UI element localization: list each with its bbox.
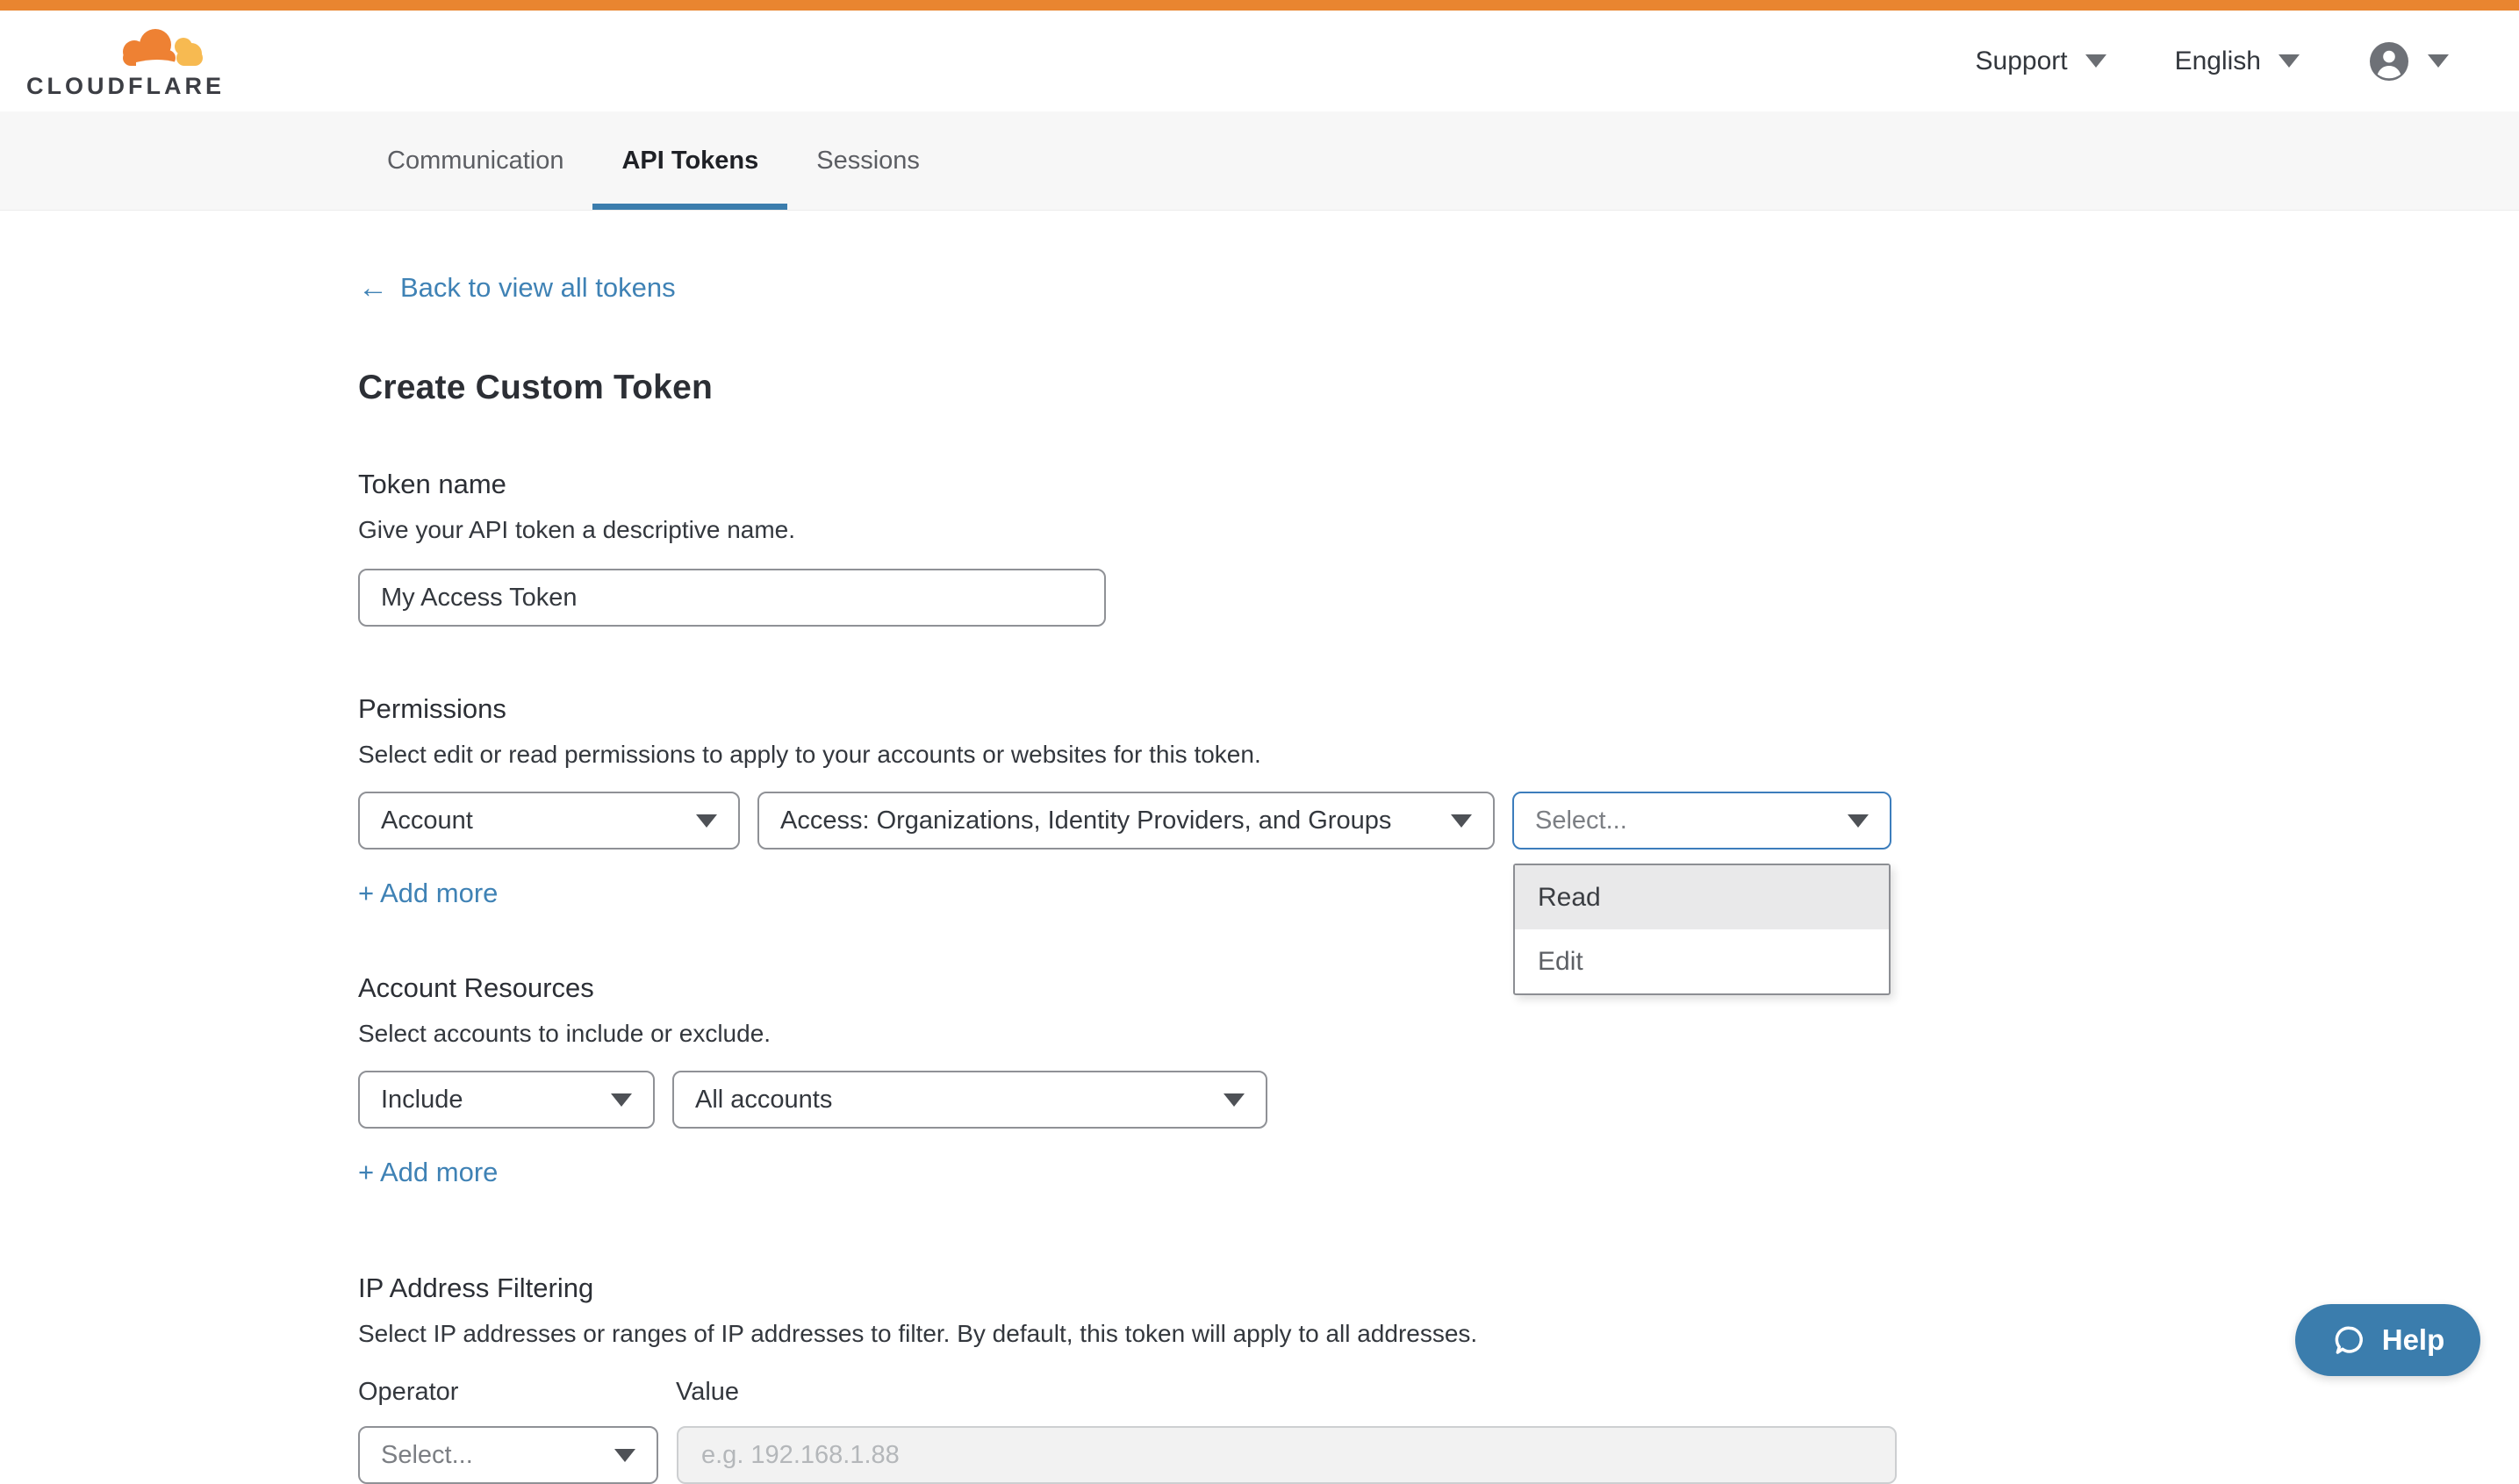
user-avatar-icon [2368,40,2410,82]
tab-label: Communication [387,147,563,176]
permission-level-placeholder: Select... [1535,807,1627,835]
chat-bubble-icon [2331,1322,2368,1359]
token-name-input[interactable] [358,569,1106,627]
permission-group-select[interactable]: Access: Organizations, Identity Provider… [757,792,1495,850]
permissions-section: Permissions Select edit or read permissi… [358,693,1957,909]
chevron-down-icon [1451,814,1472,828]
help-button-label: Help [2382,1323,2445,1357]
operator-label: Operator [358,1378,676,1407]
operator-select[interactable]: Select... [358,1426,658,1484]
chevron-down-icon [2085,54,2106,68]
permissions-heading: Permissions [358,693,1957,725]
token-name-heading: Token name [358,469,1957,500]
chevron-down-icon [1848,814,1869,828]
permission-level-select[interactable]: Select... [1512,792,1891,850]
menu-option-read[interactable]: Read [1515,865,1889,929]
menu-option-edit[interactable]: Edit [1515,929,1889,993]
chevron-down-icon [611,1093,632,1107]
ip-filtering-description: Select IP addresses or ranges of IP addr… [358,1320,1957,1348]
chevron-down-icon [696,814,717,828]
ip-filtering-labels: Operator Value [358,1378,1957,1407]
token-name-description: Give your API token a descriptive name. [358,516,1957,544]
permissions-add-more-link[interactable]: + Add more [358,878,498,909]
token-name-section: Token name Give your API token a descrip… [358,469,1957,627]
back-link[interactable]: ← Back to view all tokens [358,272,676,304]
cloudflare-wordmark: CLOUDFLARE [26,75,225,98]
tabbar: Communication API Tokens Sessions [0,111,2519,211]
tab-sessions[interactable]: Sessions [787,111,949,210]
ip-filtering-heading: IP Address Filtering [358,1273,1957,1304]
resource-target-select[interactable]: All accounts [672,1071,1267,1129]
account-menu[interactable] [2368,40,2449,82]
permissions-description: Select edit or read permissions to apply… [358,741,1957,769]
support-menu-label: Support [1976,47,2068,76]
permissions-row: Account Access: Organizations, Identity … [358,792,1957,850]
permission-level-menu: Read Edit [1513,864,1891,995]
brand-accent-bar [0,0,2519,11]
ip-value-input[interactable] [677,1426,1897,1484]
language-menu-label: English [2175,47,2261,76]
permission-scope-value: Account [381,807,473,835]
account-resources-section: Account Resources Select accounts to inc… [358,972,1957,1188]
main-content: ← Back to view all tokens Create Custom … [0,211,1957,1484]
header: CLOUDFLARE Support English [0,11,2519,111]
tab-communication[interactable]: Communication [358,111,592,210]
tab-label: API Tokens [621,147,758,176]
permission-group-value: Access: Organizations, Identity Provider… [780,807,1391,835]
language-menu[interactable]: English [2175,47,2300,76]
resource-target-value: All accounts [695,1086,832,1115]
tab-label: Sessions [816,147,920,176]
permission-scope-select[interactable]: Account [358,792,740,850]
cloudflare-cloud-icon [110,24,206,73]
permission-level-wrap: Select... Read Edit [1512,792,1891,850]
ip-filtering-row: Select... [358,1426,1957,1484]
value-label: Value [676,1378,739,1407]
cloudflare-logo[interactable]: CLOUDFLARE [26,24,225,98]
page-title: Create Custom Token [358,369,1957,407]
help-button[interactable]: Help [2295,1304,2480,1376]
header-nav: Support English [1976,40,2449,82]
resource-mode-select[interactable]: Include [358,1071,655,1129]
chevron-down-icon [1224,1093,1245,1107]
support-menu[interactable]: Support [1976,47,2106,76]
chevron-down-icon [2428,54,2449,68]
account-resources-description: Select accounts to include or exclude. [358,1020,1957,1048]
account-resources-add-more-link[interactable]: + Add more [358,1157,498,1188]
operator-placeholder: Select... [381,1441,473,1470]
ip-filtering-section: IP Address Filtering Select IP addresses… [358,1273,1957,1484]
back-link-label: Back to view all tokens [400,272,676,304]
chevron-down-icon [614,1449,635,1462]
resource-mode-value: Include [381,1086,463,1115]
chevron-down-icon [2279,54,2300,68]
account-resources-row: Include All accounts [358,1071,1957,1129]
arrow-left-icon: ← [358,273,388,303]
tab-api-tokens[interactable]: API Tokens [592,111,787,210]
